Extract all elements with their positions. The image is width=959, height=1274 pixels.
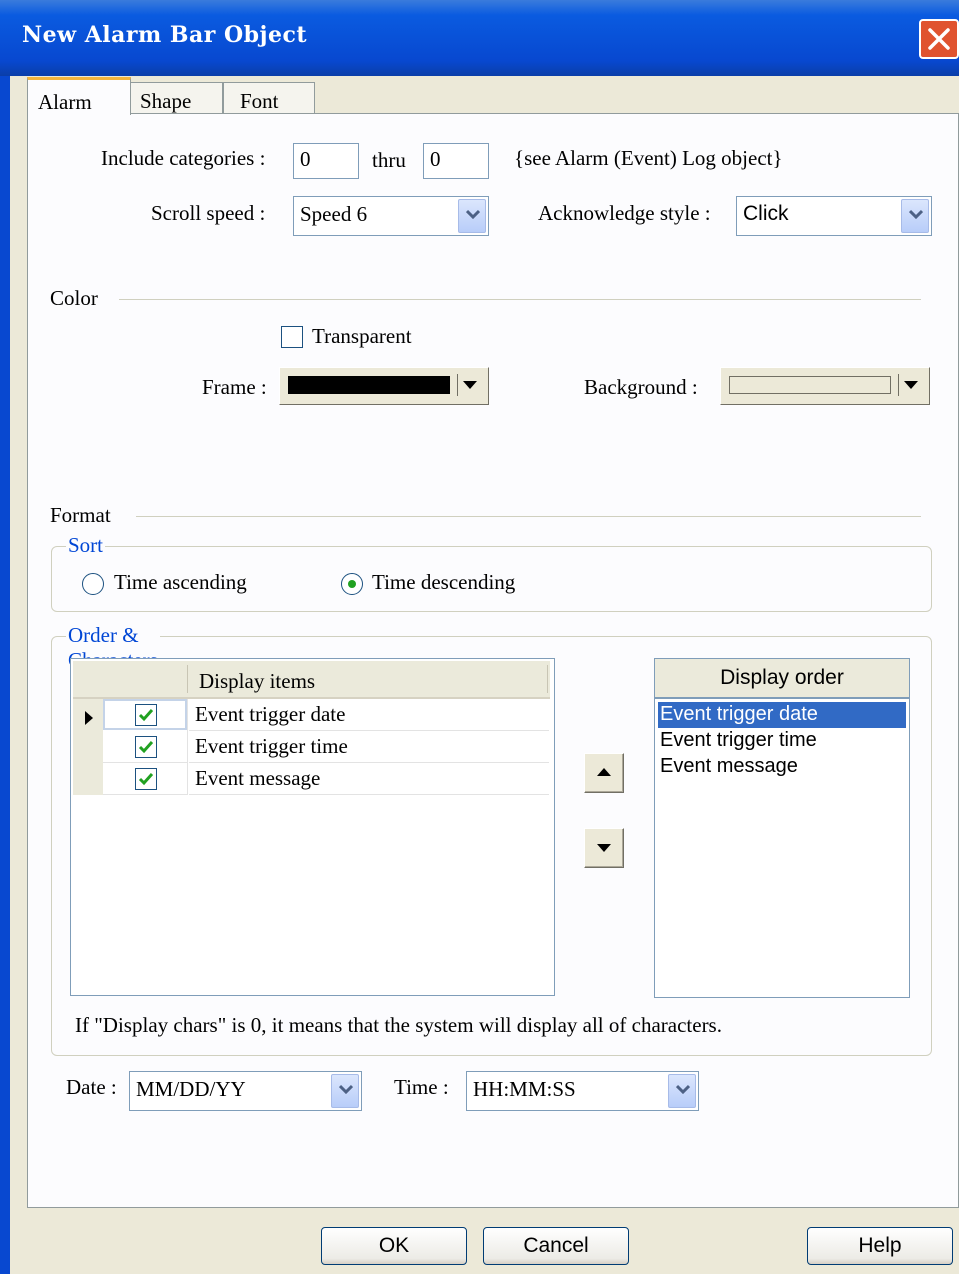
time-ascending-label: Time ascending — [114, 570, 247, 594]
frame-color-swatch — [288, 376, 450, 394]
tab-alarm[interactable]: Alarm — [27, 77, 131, 115]
checkbox-column — [103, 699, 187, 795]
transparent-label: Transparent — [312, 324, 412, 348]
picker-divider — [457, 374, 458, 396]
acknowledge-style-label: Acknowledge style : — [538, 201, 711, 225]
list-item[interactable]: Event message — [660, 755, 798, 778]
frame-color-picker[interactable] — [279, 367, 489, 405]
row-line — [103, 794, 187, 795]
table-row[interactable]: Event trigger date — [195, 702, 345, 727]
display-order-list[interactable]: Event trigger date Event trigger time Ev… — [654, 698, 910, 998]
display-items-grid[interactable]: Display items Event trigger date Event t… — [70, 658, 555, 996]
frame-label: Frame : — [202, 375, 267, 399]
chevron-down-icon[interactable] — [331, 1074, 359, 1108]
transparent-checkbox[interactable] — [281, 326, 303, 348]
color-section-label: Color — [50, 286, 98, 310]
close-button[interactable] — [919, 19, 959, 59]
time-descending-radio[interactable] — [341, 573, 363, 595]
time-descending-label: Time descending — [372, 570, 516, 594]
item-checkbox-time[interactable] — [135, 736, 157, 758]
checkmark-icon — [138, 709, 154, 722]
row-line — [103, 762, 187, 763]
dropdown-arrow-icon — [904, 381, 918, 389]
current-row-icon — [85, 711, 93, 725]
row-selector-column — [73, 699, 103, 795]
table-row[interactable]: Event message — [195, 766, 320, 791]
chevron-down-icon[interactable] — [901, 199, 929, 233]
tab-shape-label: Shape — [140, 89, 192, 113]
display-order-header: Display order — [654, 658, 910, 698]
include-categories-label: Include categories : — [101, 146, 266, 170]
window-border — [0, 76, 10, 1274]
help-button[interactable]: Help — [807, 1227, 953, 1265]
checkmark-icon — [138, 741, 154, 754]
scroll-speed-value: Speed 6 — [300, 202, 368, 226]
alarm-bar-dialog: New Alarm Bar Object Alarm Shape Font In… — [0, 0, 959, 1274]
category-from-input[interactable]: 0 — [293, 143, 359, 179]
category-to-input[interactable]: 0 — [423, 143, 489, 179]
display-chars-note: If "Display chars" is 0, it means that t… — [75, 1013, 722, 1037]
tab-font[interactable]: Font — [223, 82, 315, 114]
header-divider — [187, 665, 188, 693]
tab-font-label: Font — [240, 89, 279, 113]
grid-header: Display items — [73, 661, 550, 699]
background-color-picker[interactable] — [720, 367, 930, 405]
date-label: Date : — [66, 1075, 117, 1099]
date-format-select[interactable]: MM/DD/YY — [129, 1071, 362, 1111]
header-divider — [547, 665, 548, 693]
move-up-button[interactable] — [584, 753, 624, 793]
cancel-button[interactable]: Cancel — [483, 1227, 629, 1265]
time-ascending-radio[interactable] — [82, 573, 104, 595]
background-label: Background : — [584, 375, 698, 399]
title-bar[interactable]: New Alarm Bar Object — [0, 0, 959, 76]
column-line — [187, 699, 188, 795]
label-column: Event trigger date Event trigger time Ev… — [189, 699, 549, 795]
item-checkbox-message[interactable] — [135, 768, 157, 790]
sort-group-label: Sort — [66, 533, 106, 558]
format-divider — [136, 516, 921, 517]
categories-note: {see Alarm (Event) Log object} — [514, 146, 783, 170]
time-label: Time : — [394, 1075, 449, 1099]
time-format-select[interactable]: HH:MM:SS — [466, 1071, 699, 1111]
ok-button[interactable]: OK — [321, 1227, 467, 1265]
chevron-down-icon[interactable] — [668, 1074, 696, 1108]
tab-alarm-label: Alarm — [38, 90, 92, 114]
picker-divider — [898, 374, 899, 396]
chevron-down-icon[interactable] — [458, 199, 486, 233]
background-color-swatch — [729, 376, 891, 394]
dropdown-arrow-icon — [463, 381, 477, 389]
row-line — [189, 762, 549, 763]
list-item[interactable]: Event trigger time — [660, 729, 817, 752]
scroll-speed-label: Scroll speed : — [151, 201, 266, 225]
arrow-down-icon — [597, 844, 611, 852]
close-icon — [928, 28, 950, 50]
display-items-header: Display items — [199, 669, 316, 693]
scroll-speed-select[interactable]: Speed 6 — [293, 196, 489, 236]
time-format-value: HH:MM:SS — [473, 1077, 576, 1101]
row-line — [189, 794, 549, 795]
format-section-label: Format — [50, 503, 111, 527]
row-line — [189, 730, 549, 731]
list-item[interactable]: Event trigger date — [660, 703, 818, 726]
color-divider — [119, 299, 921, 300]
move-down-button[interactable] — [584, 828, 624, 868]
thru-label: thru — [372, 148, 406, 172]
tab-shape[interactable]: Shape — [129, 82, 223, 114]
item-checkbox-date[interactable] — [135, 704, 157, 726]
table-row[interactable]: Event trigger time — [195, 734, 348, 759]
checkmark-icon — [138, 773, 154, 786]
acknowledge-style-select[interactable]: Click — [736, 196, 932, 236]
arrow-up-icon — [597, 768, 611, 776]
date-format-value: MM/DD/YY — [136, 1077, 246, 1101]
radio-selected-dot — [348, 580, 356, 588]
acknowledge-style-value: Click — [743, 202, 789, 225]
window-title: New Alarm Bar Object — [22, 22, 308, 48]
